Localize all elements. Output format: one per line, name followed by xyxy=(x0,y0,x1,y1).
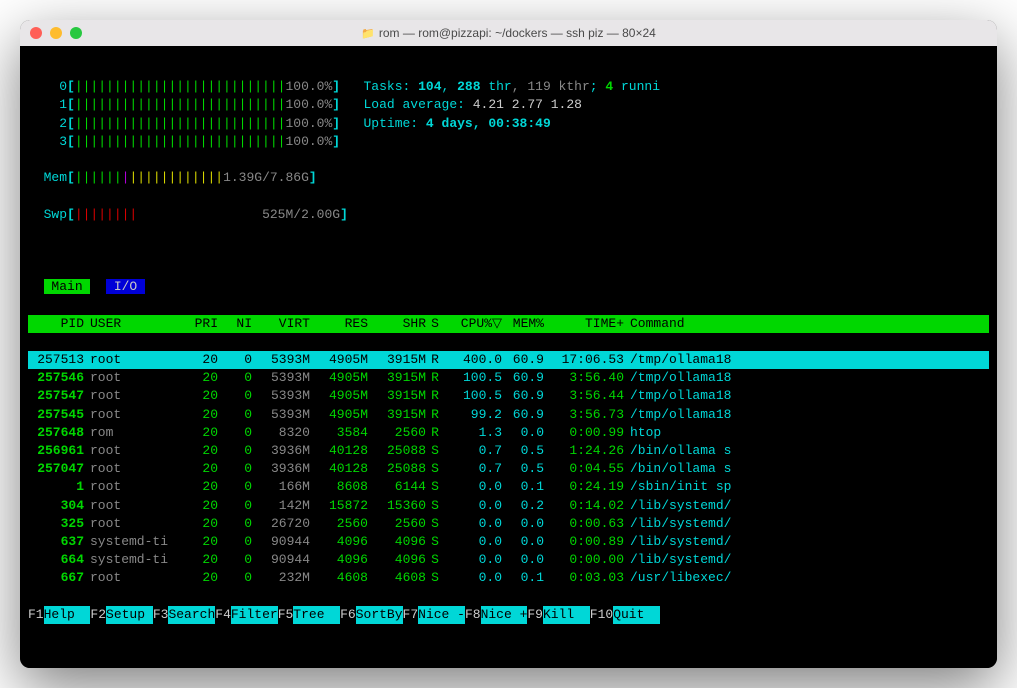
window-controls xyxy=(30,27,82,39)
fkey-label: F8 xyxy=(465,606,481,624)
fkey-label: F5 xyxy=(278,606,294,624)
cpu-meters: 0[|||||||||||||||||||||||||||100.0%] Tas… xyxy=(28,78,989,151)
fkey-search[interactable]: Search xyxy=(168,606,215,624)
fkey-tree[interactable]: Tree xyxy=(293,606,340,624)
fkey-setup[interactable]: Setup xyxy=(106,606,153,624)
fkey-nice -[interactable]: Nice - xyxy=(418,606,465,624)
fkey-nice +[interactable]: Nice + xyxy=(481,606,528,624)
fkey-label: F7 xyxy=(403,606,419,624)
fkey-label: F1 xyxy=(28,606,44,624)
table-row[interactable]: 257547root2005393M4905M3915MR100.560.93:… xyxy=(28,387,989,405)
fkey-help[interactable]: Help xyxy=(44,606,91,624)
fkey-sortby[interactable]: SortBy xyxy=(356,606,403,624)
table-row[interactable]: 257513root2005393M4905M3915MR400.060.917… xyxy=(28,351,989,369)
titlebar: 📁 rom — rom@pizzapi: ~/dockers — ssh piz… xyxy=(20,20,997,46)
fkey-label: F3 xyxy=(153,606,169,624)
fkey-label: F9 xyxy=(527,606,543,624)
fkey-label: F4 xyxy=(215,606,231,624)
table-row[interactable]: 257546root2005393M4905M3915MR100.560.93:… xyxy=(28,369,989,387)
table-row[interactable]: 325root2002672025602560S0.00.00:00.63/li… xyxy=(28,515,989,533)
function-keys: F1Help F2Setup F3SearchF4FilterF5Tree F6… xyxy=(28,606,989,624)
fkey-filter[interactable]: Filter xyxy=(231,606,278,624)
terminal-window: 📁 rom — rom@pizzapi: ~/dockers — ssh piz… xyxy=(20,20,997,668)
window-title: 📁 rom — rom@pizzapi: ~/dockers — ssh piz… xyxy=(20,26,997,40)
table-row[interactable]: 667root200232M46084608S0.00.10:03.03/usr… xyxy=(28,569,989,587)
fkey-label: F10 xyxy=(590,606,613,624)
window-title-text: rom — rom@pizzapi: ~/dockers — ssh piz —… xyxy=(379,26,656,40)
table-row[interactable]: 664systemd-ti2009094440964096S0.00.00:00… xyxy=(28,551,989,569)
fkey-quit[interactable]: Quit xyxy=(613,606,660,624)
table-row[interactable]: 257545root2005393M4905M3915MR99.260.93:5… xyxy=(28,406,989,424)
table-row[interactable]: 256961root2003936M4012825088S0.70.51:24.… xyxy=(28,442,989,460)
zoom-icon[interactable] xyxy=(70,27,82,39)
tabs: Main I/O xyxy=(28,278,989,296)
folder-icon: 📁 xyxy=(361,27,375,40)
swap-meter: Swp[|||||||| 525M/2.00G] xyxy=(28,206,989,224)
minimize-icon[interactable] xyxy=(50,27,62,39)
process-list[interactable]: 257513root2005393M4905M3915MR400.060.917… xyxy=(28,351,989,587)
fkey-label: F2 xyxy=(90,606,106,624)
table-row[interactable]: 637systemd-ti2009094440964096S0.00.00:00… xyxy=(28,533,989,551)
fkey-kill[interactable]: Kill xyxy=(543,606,590,624)
table-row[interactable]: 257648rom200832035842560R1.30.00:00.99ht… xyxy=(28,424,989,442)
table-row[interactable]: 304root200142M1587215360S0.00.20:14.02/l… xyxy=(28,497,989,515)
table-row[interactable]: 257047root2003936M4012825088S0.70.50:04.… xyxy=(28,460,989,478)
table-header[interactable]: PIDUSERPRINIVIRTRESSHRSCPU%▽MEM%TIME+Com… xyxy=(28,315,989,333)
tab-main[interactable]: Main xyxy=(44,279,91,294)
mem-meter: Mem[|||||||||||||||||||1.39G/7.86G] xyxy=(28,169,989,187)
fkey-label: F6 xyxy=(340,606,356,624)
terminal-body[interactable]: 0[|||||||||||||||||||||||||||100.0%] Tas… xyxy=(20,46,997,668)
table-row[interactable]: 1root200166M86086144S0.00.10:24.19/sbin/… xyxy=(28,478,989,496)
close-icon[interactable] xyxy=(30,27,42,39)
tab-io[interactable]: I/O xyxy=(106,279,145,294)
